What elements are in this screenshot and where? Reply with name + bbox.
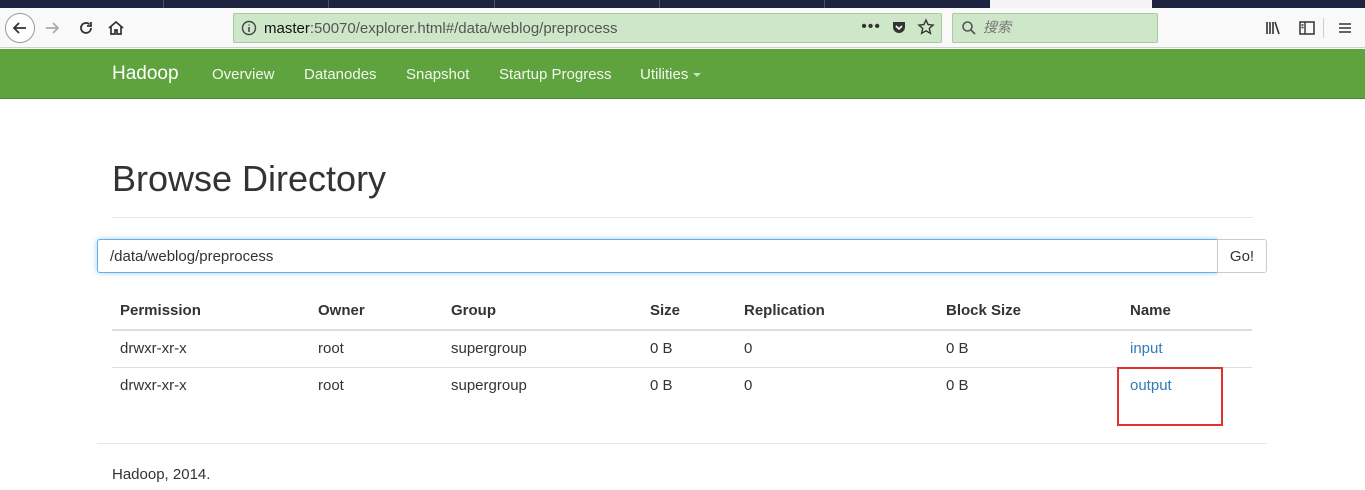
navbar-brand[interactable]: Hadoop (112, 63, 179, 85)
cell-size: 0 B (642, 330, 736, 368)
cell-block-size: 0 B (938, 330, 1122, 368)
pocket-icon[interactable] (891, 19, 907, 35)
nav-item-utilities-label: Utilities (640, 66, 689, 83)
nav-item-utilities[interactable]: Utilities (640, 66, 702, 83)
hadoop-navbar: Hadoop Overview Datanodes Snapshot Start… (0, 49, 1365, 99)
highlight-annotation-box (1117, 367, 1223, 426)
url-actions: ••• (861, 18, 935, 36)
directory-path-input[interactable] (97, 239, 1218, 273)
browser-toolbar: master:50070/explorer.html#/data/weblog/… (0, 8, 1365, 48)
column-header-size[interactable]: Size (642, 292, 736, 331)
reload-icon (80, 22, 92, 34)
tab-strip (0, 0, 1365, 8)
cell-replication: 0 (744, 377, 753, 395)
footer-divider (97, 443, 1267, 444)
table-row: drwxr-xr-x root supergroup 0 B 0 0 B out… (112, 367, 1252, 404)
active-tab[interactable] (990, 0, 1152, 8)
back-arrow-icon (12, 22, 26, 34)
tab-separator (824, 0, 825, 8)
toolbar-separator (1323, 18, 1324, 38)
tab-separator (494, 0, 495, 8)
forward-button[interactable] (38, 14, 66, 42)
tab-separator (328, 0, 329, 8)
column-header-replication[interactable]: Replication (736, 292, 938, 331)
cell-replication: 0 (736, 330, 938, 368)
url-path: :50070/explorer.html#/data/weblog/prepro… (309, 19, 618, 37)
hamburger-menu-icon (1339, 23, 1351, 33)
sidebar-button[interactable] (1298, 14, 1316, 42)
reload-button[interactable] (72, 14, 100, 42)
more-actions-icon[interactable]: ••• (861, 18, 881, 36)
home-icon (108, 20, 124, 35)
url-host: master (264, 19, 310, 37)
url-text[interactable]: master:50070/explorer.html#/data/weblog/… (264, 20, 618, 37)
bookmark-star-icon[interactable] (917, 18, 935, 36)
table-row: drwxr-xr-x root supergroup 0 B 0 0 B inp… (112, 330, 1252, 368)
go-button[interactable]: Go! (1217, 239, 1267, 273)
home-button[interactable] (102, 14, 130, 42)
cell-size: 0 B (650, 377, 673, 395)
caret-down-icon (693, 73, 702, 78)
cell-permission: drwxr-xr-x (120, 377, 187, 395)
tab-separator (163, 0, 164, 8)
tab-separator (659, 0, 660, 8)
nav-item-snapshot[interactable]: Snapshot (406, 66, 469, 83)
column-header-block-size[interactable]: Block Size (938, 292, 1122, 331)
page-title: Browse Directory (112, 158, 387, 199)
column-header-owner[interactable]: Owner (310, 292, 443, 331)
search-bar[interactable] (952, 13, 1158, 43)
cell-block-size: 0 B (946, 377, 969, 395)
nav-item-overview[interactable]: Overview (212, 66, 275, 83)
cell-permission: drwxr-xr-x (112, 330, 310, 368)
table-header-row: Permission Owner Group Size Replication … (112, 292, 1252, 331)
column-header-name[interactable]: Name (1122, 292, 1252, 331)
nav-item-datanodes[interactable]: Datanodes (304, 66, 377, 83)
title-divider (112, 217, 1253, 218)
cell-group: supergroup (451, 377, 527, 395)
back-button[interactable] (5, 13, 35, 43)
cell-owner: root (310, 330, 443, 368)
search-input[interactable] (983, 20, 1143, 36)
cell-name: input (1122, 330, 1252, 368)
info-icon[interactable] (234, 20, 264, 36)
menu-button[interactable] (1337, 14, 1353, 42)
library-icon (1266, 21, 1280, 35)
nav-item-startup-progress[interactable]: Startup Progress (499, 66, 612, 83)
column-header-permission[interactable]: Permission (112, 292, 310, 331)
directory-link-input[interactable]: input (1130, 340, 1163, 357)
page-footer: Hadoop, 2014. (112, 466, 211, 483)
library-button[interactable] (1264, 14, 1282, 42)
url-bar[interactable]: master:50070/explorer.html#/data/weblog/… (233, 13, 942, 43)
search-icon (962, 21, 976, 35)
directory-table: Permission Owner Group Size Replication … (112, 292, 1252, 404)
forward-arrow-icon (46, 22, 60, 34)
sidebar-icon (1299, 21, 1315, 35)
cell-group: supergroup (443, 330, 642, 368)
cell-owner: root (318, 377, 344, 395)
column-header-group[interactable]: Group (443, 292, 642, 331)
